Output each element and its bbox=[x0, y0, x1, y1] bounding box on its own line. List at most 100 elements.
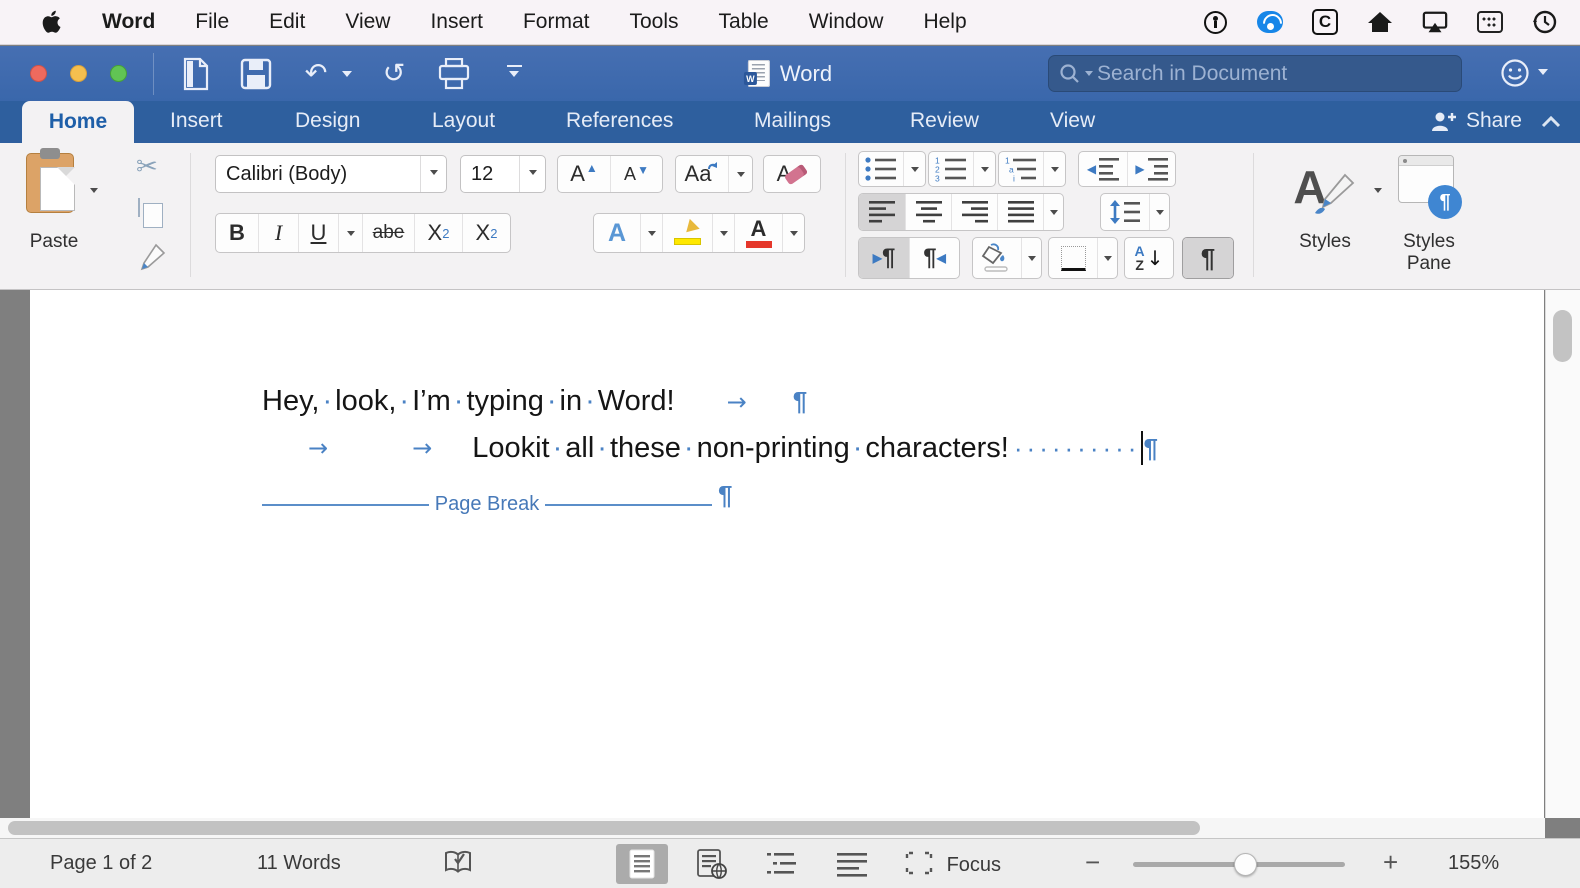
zoom-in-button[interactable]: + bbox=[1383, 847, 1398, 878]
highlight-button[interactable] bbox=[662, 214, 712, 252]
tab-insert[interactable]: Insert bbox=[170, 109, 223, 133]
new-document-button[interactable] bbox=[176, 55, 216, 93]
styles-button[interactable]: A bbox=[1282, 151, 1368, 223]
page-count[interactable]: Page 1 of 2 bbox=[50, 852, 152, 875]
justify-button[interactable] bbox=[997, 194, 1043, 230]
web-layout-view-button[interactable] bbox=[686, 844, 738, 884]
numbering-button[interactable]: 123 bbox=[928, 151, 996, 187]
menubar-item-table[interactable]: Table bbox=[719, 10, 769, 34]
zoom-out-button[interactable]: − bbox=[1085, 847, 1100, 878]
styles-caret[interactable] bbox=[1374, 188, 1382, 197]
password-manager-icon[interactable] bbox=[1202, 9, 1228, 35]
menubar-item-insert[interactable]: Insert bbox=[430, 10, 483, 34]
underline-caret[interactable] bbox=[338, 214, 362, 252]
menubar-item-file[interactable]: File bbox=[195, 10, 229, 34]
numbering-caret[interactable] bbox=[973, 152, 995, 186]
superscript-button[interactable]: X2 bbox=[462, 214, 510, 252]
bullets-button[interactable] bbox=[858, 151, 926, 187]
highlight-caret[interactable] bbox=[712, 214, 734, 252]
c-app-icon[interactable]: C bbox=[1312, 9, 1338, 35]
collapse-ribbon-button[interactable] bbox=[1540, 115, 1562, 134]
shrink-font-button[interactable]: A▼ bbox=[610, 156, 662, 192]
share-button[interactable]: Share bbox=[1430, 109, 1522, 133]
menubar-item-format[interactable]: Format bbox=[523, 10, 590, 34]
horizontal-scrollbar-thumb[interactable] bbox=[8, 821, 1200, 835]
text-effects-button[interactable]: A bbox=[594, 214, 640, 252]
keyboard-viewer-icon[interactable] bbox=[1477, 9, 1503, 35]
minimize-window-button[interactable] bbox=[70, 65, 87, 82]
undo-button[interactable]: ↶ bbox=[296, 55, 336, 93]
ltr-paragraph-button[interactable]: ▶¶ bbox=[859, 238, 909, 278]
subscript-button[interactable]: X2 bbox=[414, 214, 462, 252]
customize-toolbar-button[interactable] bbox=[494, 55, 534, 93]
styles-pane-button[interactable]: ¶ bbox=[1396, 153, 1462, 219]
tab-view[interactable]: View bbox=[1050, 109, 1095, 133]
zoom-level[interactable]: 155% bbox=[1448, 852, 1499, 875]
multilevel-caret[interactable] bbox=[1043, 152, 1065, 186]
copy-button[interactable] bbox=[138, 199, 140, 217]
apple-menu-icon[interactable] bbox=[40, 9, 64, 35]
tab-design[interactable]: Design bbox=[295, 109, 360, 133]
tab-layout[interactable]: Layout bbox=[432, 109, 495, 133]
align-right-button[interactable] bbox=[951, 194, 997, 230]
tab-review[interactable]: Review bbox=[910, 109, 979, 133]
menubar-item-window[interactable]: Window bbox=[809, 10, 884, 34]
tab-mailings[interactable]: Mailings bbox=[754, 109, 831, 133]
font-color-caret[interactable] bbox=[782, 214, 804, 252]
change-case-button[interactable]: Aa bbox=[675, 155, 753, 193]
shading-button[interactable] bbox=[972, 237, 1042, 279]
menubar-item-tools[interactable]: Tools bbox=[630, 10, 679, 34]
outline-view-button[interactable] bbox=[756, 844, 808, 884]
menubar-item-view[interactable]: View bbox=[345, 10, 390, 34]
bullets-caret[interactable] bbox=[903, 152, 925, 186]
line-spacing-button[interactable] bbox=[1100, 193, 1170, 231]
align-left-button[interactable] bbox=[859, 194, 905, 230]
document-page[interactable]: Hey,·look,·I’m·typing·in·Word! → ¶ → → L… bbox=[30, 290, 1544, 818]
airplay-icon[interactable] bbox=[1422, 9, 1448, 35]
change-case-caret[interactable] bbox=[728, 156, 752, 192]
rtl-paragraph-button[interactable]: ¶◀ bbox=[909, 238, 959, 278]
format-painter-button[interactable] bbox=[134, 243, 166, 280]
multilevel-list-button[interactable]: 1ai bbox=[998, 151, 1066, 187]
align-center-button[interactable] bbox=[905, 194, 951, 230]
feedback-control[interactable] bbox=[1500, 58, 1548, 88]
spellcheck-status-button[interactable] bbox=[443, 849, 475, 883]
clear-formatting-button[interactable]: A bbox=[763, 155, 821, 193]
decrease-indent-button[interactable]: ◀ bbox=[1079, 152, 1127, 186]
tab-references[interactable]: References bbox=[566, 109, 673, 133]
zoom-slider-thumb[interactable] bbox=[1234, 853, 1257, 876]
borders-button[interactable] bbox=[1048, 237, 1118, 279]
text-effects-caret[interactable] bbox=[640, 214, 662, 252]
menubar-item-help[interactable]: Help bbox=[923, 10, 966, 34]
show-formatting-marks-button[interactable]: ¶ bbox=[1182, 237, 1234, 279]
vertical-scrollbar[interactable] bbox=[1545, 290, 1580, 818]
undo-dropdown-caret[interactable] bbox=[342, 71, 352, 82]
bold-button[interactable]: B bbox=[216, 214, 258, 252]
print-button[interactable] bbox=[434, 55, 474, 93]
line-spacing-caret[interactable] bbox=[1149, 194, 1169, 230]
zoom-slider[interactable] bbox=[1133, 862, 1345, 867]
shading-caret[interactable] bbox=[1021, 238, 1041, 278]
menubar-item-edit[interactable]: Edit bbox=[269, 10, 305, 34]
document-search[interactable] bbox=[1048, 55, 1462, 92]
search-input[interactable] bbox=[1097, 62, 1451, 86]
cut-button[interactable]: ✂ bbox=[136, 151, 158, 182]
tab-home[interactable]: Home bbox=[22, 101, 134, 143]
close-window-button[interactable] bbox=[30, 65, 47, 82]
vertical-scrollbar-thumb[interactable] bbox=[1553, 310, 1572, 362]
menubar-item-word[interactable]: Word bbox=[102, 10, 155, 34]
paste-button[interactable] bbox=[26, 153, 74, 213]
redo-button[interactable]: ↺ bbox=[374, 55, 414, 93]
justify-caret[interactable] bbox=[1043, 194, 1063, 230]
sort-button[interactable]: AZ ↓ bbox=[1124, 237, 1174, 279]
italic-button[interactable]: I bbox=[258, 214, 298, 252]
increase-indent-button[interactable]: ▶ bbox=[1127, 152, 1175, 186]
hotspot-icon[interactable] bbox=[1257, 9, 1283, 35]
print-layout-view-button[interactable] bbox=[616, 844, 668, 884]
save-button[interactable] bbox=[236, 55, 276, 93]
font-color-button[interactable]: A bbox=[734, 214, 782, 252]
zoom-window-button[interactable] bbox=[110, 65, 127, 82]
horizontal-scrollbar[interactable] bbox=[0, 818, 1545, 838]
strikethrough-button[interactable]: abe bbox=[362, 214, 414, 252]
paste-dropdown-caret[interactable] bbox=[90, 188, 98, 197]
